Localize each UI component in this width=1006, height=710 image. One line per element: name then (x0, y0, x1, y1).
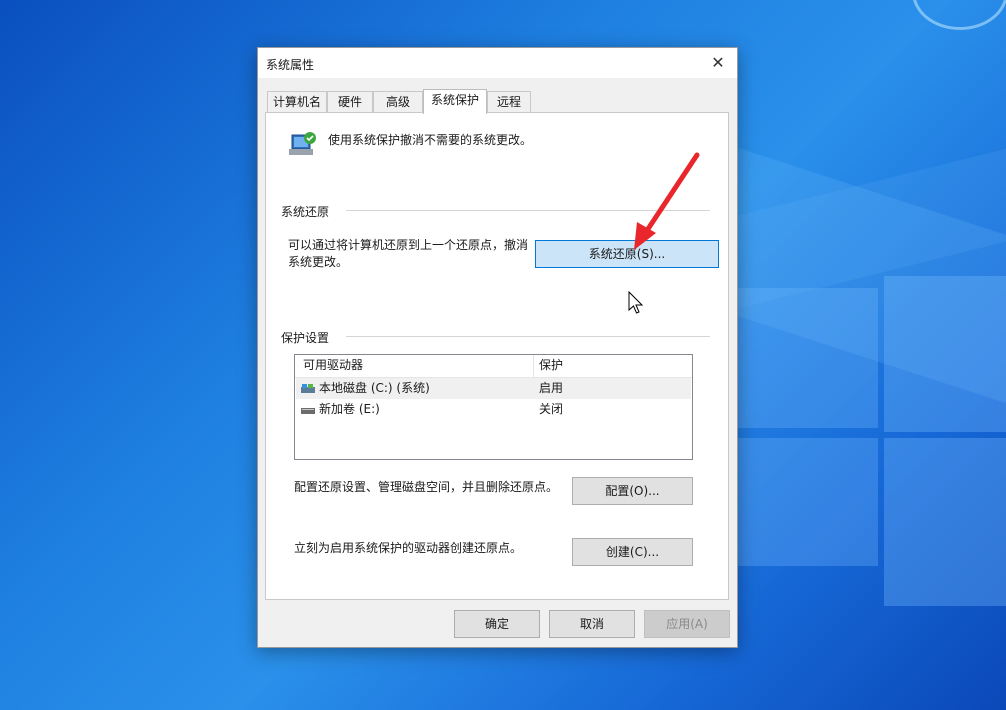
ok-button[interactable]: 确定 (454, 610, 540, 638)
column-available-drives[interactable]: 可用驱动器 (303, 355, 363, 376)
drive-protection-status: 关闭 (539, 402, 564, 416)
protection-settings-group-label: 保护设置 (281, 329, 336, 346)
drive-row[interactable]: 本地磁盘 (C:) (系统) 启用 (296, 378, 691, 399)
mouse-pointer-icon (628, 291, 644, 314)
system-protection-icon (289, 132, 316, 155)
header-description: 使用系统保护撤消不需要的系统更改。 (328, 133, 533, 147)
drive-list[interactable]: 可用驱动器 保护 本地磁盘 (C:) (系统) 启用 新加卷 (E:) 关闭 (294, 354, 693, 460)
system-restore-group-label: 系统还原 (281, 203, 336, 220)
tab-remote[interactable]: 远程 (487, 91, 531, 113)
drive-protection-status: 启用 (539, 381, 564, 395)
drive-list-header: 可用驱动器 保护 (295, 355, 692, 378)
system-drive-icon (301, 384, 315, 393)
drive-icon (301, 408, 315, 414)
close-icon[interactable]: ✕ (707, 52, 729, 74)
system-properties-dialog: 系统属性 ✕ 计算机名 硬件 高级 系统保护 远程 使用系统保护撤消不需要的系统… (257, 47, 738, 648)
cancel-button[interactable]: 取消 (549, 610, 635, 638)
system-restore-description: 可以通过将计算机还原到上一个还原点，撤消 系统更改。 (288, 238, 529, 269)
tab-advanced[interactable]: 高级 (373, 91, 423, 113)
drive-name: 新加卷 (E:) (319, 402, 380, 416)
title-bar[interactable]: 系统属性 ✕ (258, 48, 737, 78)
group-divider (346, 336, 710, 337)
drive-row[interactable]: 新加卷 (E:) 关闭 (296, 399, 691, 420)
configure-button[interactable]: 配置(O)... (572, 477, 693, 505)
dialog-title: 系统属性 (266, 58, 315, 72)
create-description: 立刻为启用系统保护的驱动器创建还原点。 (294, 541, 523, 555)
desktop-decoration (912, 0, 1006, 30)
drive-name: 本地磁盘 (C:) (系统) (319, 381, 430, 395)
apply-button[interactable]: 应用(A) (644, 610, 730, 638)
tab-computer-name[interactable]: 计算机名 (267, 91, 327, 113)
tab-system-protection[interactable]: 系统保护 (423, 89, 487, 114)
configure-description: 配置还原设置、管理磁盘空间，并且删除还原点。 (294, 480, 559, 494)
group-divider (346, 210, 710, 211)
tab-panel: 使用系统保护撤消不需要的系统更改。 系统还原 可以通过将计算机还原到上一个还原点… (265, 112, 729, 600)
system-restore-button[interactable]: 系统还原(S)... (535, 240, 719, 268)
column-protection[interactable]: 保护 (539, 355, 563, 376)
create-button[interactable]: 创建(C)... (572, 538, 693, 566)
tab-hardware[interactable]: 硬件 (327, 91, 373, 113)
